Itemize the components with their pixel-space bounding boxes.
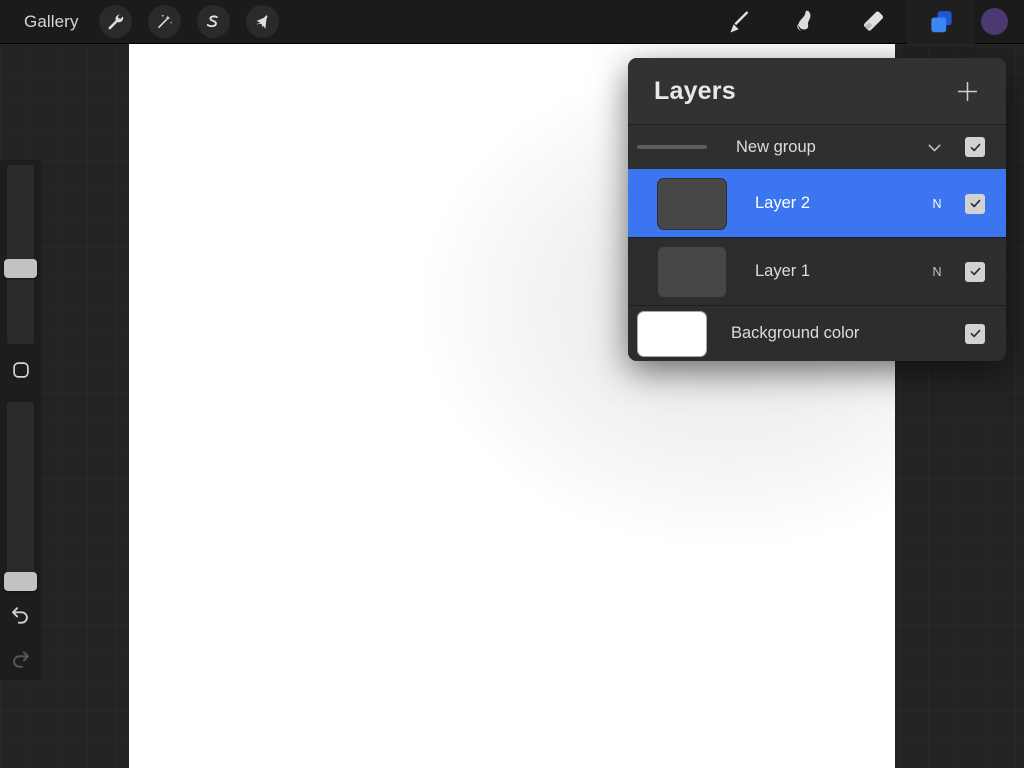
undo-button[interactable] (0, 591, 41, 636)
procreate-app: Gallery Layers New group Layer 2 N Layer… (0, 0, 1024, 768)
redo-icon (9, 646, 32, 669)
transform-arrow-icon (253, 13, 271, 31)
layer-visibility-checkbox[interactable] (965, 261, 985, 282)
paint-brush-button[interactable] (703, 0, 771, 44)
layer-name: Background color (731, 324, 860, 342)
layers-panel-title: Layers (654, 76, 736, 105)
blend-mode-label[interactable]: N (923, 265, 951, 279)
modify-square-icon (10, 359, 32, 381)
actions-button[interactable] (98, 5, 132, 38)
layers-button[interactable] (907, 0, 975, 44)
layer-name: New group (736, 137, 816, 156)
gallery-button[interactable]: Gallery (20, 10, 83, 34)
layer-visibility-checkbox[interactable] (965, 323, 985, 344)
blend-mode-label[interactable]: N (923, 197, 951, 211)
redo-button[interactable] (0, 635, 41, 680)
layer-name: Layer 1 (755, 262, 811, 280)
top-toolbar: Gallery (0, 0, 1024, 44)
layer-thumbnail[interactable] (657, 245, 727, 298)
layer-visibility-checkbox[interactable] (965, 193, 985, 214)
layer-thumbnail[interactable] (657, 177, 727, 230)
eraser-button[interactable] (839, 0, 907, 44)
eraser-icon (860, 8, 887, 35)
smudge-button[interactable] (771, 0, 839, 44)
toolbar-right-group (703, 0, 1024, 44)
color-swatch[interactable] (981, 8, 1008, 35)
layer-row-layer-1[interactable]: Layer 1 N (628, 237, 1006, 305)
layers-panel: Layers New group Layer 2 N Layer 1 N Bac… (628, 58, 1006, 361)
layer-row-layer-2[interactable]: Layer 2 N (628, 169, 1006, 237)
group-thumbnail (637, 145, 707, 149)
layers-icon (928, 8, 955, 35)
modify-button[interactable] (0, 344, 41, 398)
brush-opacity-slider[interactable] (4, 402, 37, 592)
layer-visibility-checkbox[interactable] (965, 137, 985, 157)
layer-name: Layer 2 (755, 194, 811, 212)
toolbar-left-group: Gallery (0, 5, 279, 38)
actions-wrench-icon (106, 12, 125, 31)
adjustments-button[interactable] (147, 5, 181, 38)
paint-brush-icon (724, 9, 750, 35)
brush-size-slider-handle[interactable] (4, 259, 37, 278)
selection-s-icon (204, 13, 222, 31)
transform-button[interactable] (245, 5, 279, 38)
left-sidebar (0, 160, 41, 680)
layer-row-group[interactable]: New group (628, 124, 1006, 169)
smudge-icon (792, 8, 819, 35)
selection-button[interactable] (196, 5, 230, 38)
brush-size-slider[interactable] (4, 165, 37, 344)
add-layer-button[interactable] (955, 79, 980, 104)
adjustments-wand-icon (155, 12, 174, 31)
layer-row-background-color[interactable]: Background color (628, 305, 1006, 361)
chevron-down-icon[interactable] (924, 137, 945, 158)
layers-panel-header: Layers (628, 58, 1006, 124)
undo-icon (9, 602, 32, 625)
background-color-thumbnail[interactable] (637, 310, 707, 357)
brush-opacity-slider-handle[interactable] (4, 572, 37, 592)
